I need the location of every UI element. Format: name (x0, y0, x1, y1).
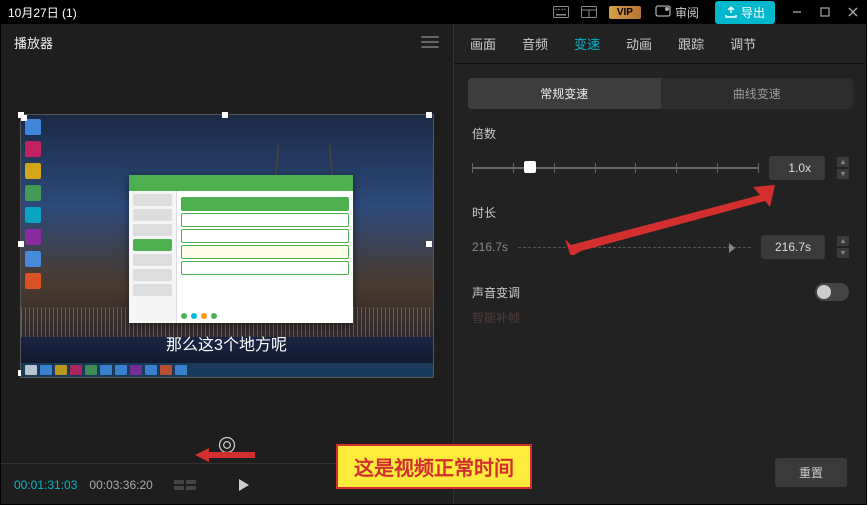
duration-value[interactable]: 216.7s (761, 235, 825, 259)
tab-animation[interactable]: 动画 (626, 34, 652, 53)
pitch-label: 声音变调 (472, 284, 520, 301)
speed-up-button[interactable]: ▲ (837, 157, 849, 167)
tab-adjust[interactable]: 调节 (730, 34, 756, 53)
title-bar: 10月27日 (1) VIP 审阅 导出 (0, 0, 867, 24)
project-title: 10月27日 (1) (8, 4, 77, 21)
export-label: 导出 (741, 4, 765, 21)
review-icon (655, 4, 671, 20)
subtab-normal-speed[interactable]: 常规变速 (468, 78, 661, 109)
segment-icon[interactable] (173, 479, 197, 491)
tab-tracking[interactable]: 跟踪 (678, 34, 704, 53)
keyboard-icon[interactable] (547, 0, 575, 24)
duration-up-button[interactable]: ▲ (837, 236, 849, 246)
tab-audio[interactable]: 音频 (522, 34, 548, 53)
tab-speed[interactable]: 变速 (574, 34, 600, 53)
export-icon (725, 6, 737, 18)
tab-picture[interactable]: 画面 (470, 34, 496, 53)
subtab-curve-speed[interactable]: 曲线变速 (661, 78, 854, 109)
export-button[interactable]: 导出 (715, 1, 775, 24)
vip-badge[interactable]: VIP (609, 6, 641, 19)
speed-value[interactable]: 1.0x (769, 156, 825, 180)
video-caption: 那么这3个地方呢 (21, 331, 433, 355)
duration-handle[interactable] (729, 243, 735, 253)
player-menu-icon[interactable] (421, 36, 439, 48)
review-label: 审阅 (675, 4, 699, 21)
properties-panel: 画面 音频 变速 动画 跟踪 调节 常规变速 曲线变速 倍数 1.0x ▲ ▼ (454, 24, 867, 505)
close-button[interactable] (839, 0, 867, 24)
minimize-button[interactable] (783, 0, 811, 24)
duration-track[interactable] (518, 247, 751, 248)
reset-button[interactable]: 重置 (775, 458, 847, 487)
speed-slider[interactable] (472, 167, 759, 169)
time-current: 00:01:31:03 (14, 478, 77, 492)
speed-down-button[interactable]: ▼ (837, 169, 849, 179)
duration-current: 216.7s (472, 240, 508, 254)
pitch-toggle[interactable] (815, 283, 849, 301)
player-title: 播放器 (14, 33, 53, 52)
duration-down-button[interactable]: ▼ (837, 248, 849, 258)
play-button[interactable] (239, 479, 249, 491)
review-button[interactable]: 审阅 (655, 4, 699, 21)
speed-subtabs: 常规变速 曲线变速 (468, 78, 853, 109)
maximize-button[interactable] (811, 0, 839, 24)
duration-label: 时长 (472, 204, 849, 221)
speed-multiplier-label: 倍数 (472, 125, 849, 142)
duration-spinner: ▲ ▼ (837, 235, 849, 259)
property-tabs: 画面 音频 变速 动画 跟踪 调节 (454, 24, 867, 64)
smooth-frames-label: 智能补帧 (454, 309, 867, 326)
layout-icon[interactable] (575, 0, 603, 24)
annotation-callout: 这是视频正常时间 (336, 444, 532, 489)
time-total: 00:03:36:20 (89, 478, 152, 492)
player-panel: 播放器 那么这3个地方呢 (0, 24, 454, 505)
speed-spinner: ▲ ▼ (837, 156, 849, 180)
video-preview[interactable]: 那么这3个地方呢 (20, 114, 434, 378)
speed-slider-thumb[interactable] (524, 161, 536, 173)
